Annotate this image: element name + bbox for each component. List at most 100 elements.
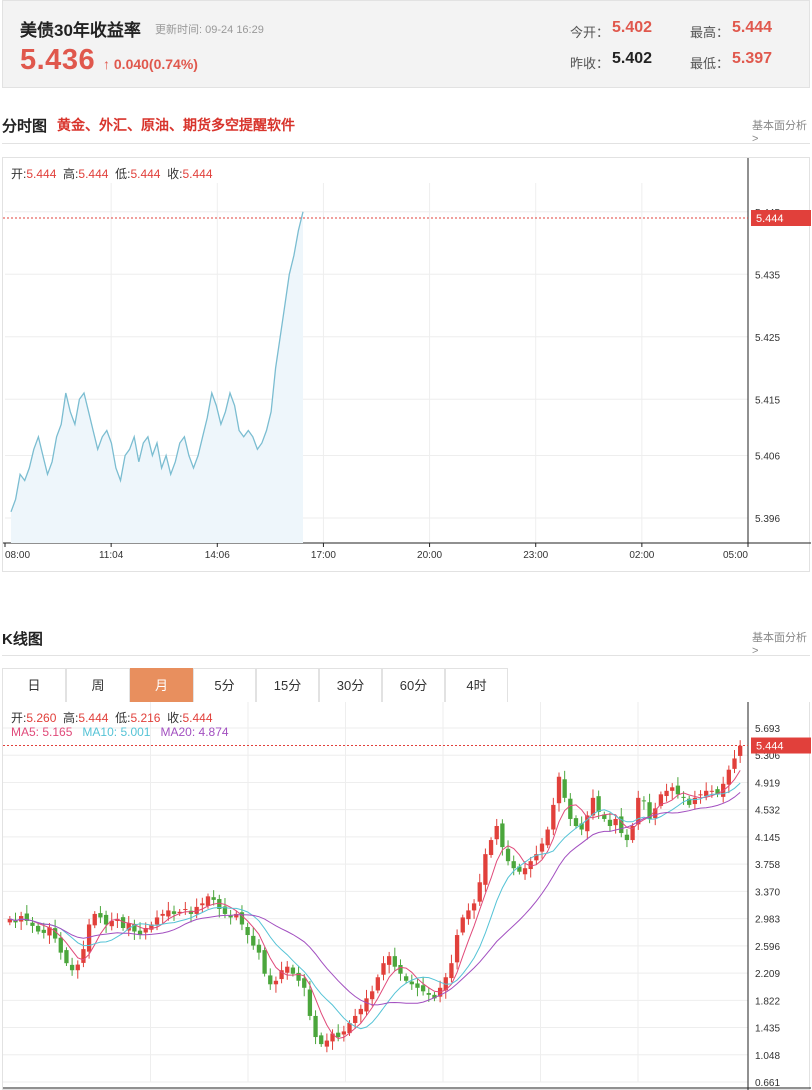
section-divider: [2, 143, 810, 144]
y-tick-label: 5.435: [755, 270, 780, 281]
open-value: 5.444: [26, 167, 57, 181]
candle-body: [500, 823, 505, 848]
low-value: 5.444: [130, 167, 161, 181]
candle-body: [290, 967, 296, 974]
candle-body: [171, 911, 177, 914]
candle-body: [505, 848, 511, 862]
candle-body: [69, 964, 75, 971]
close-value: 5.444: [182, 167, 213, 181]
candle-body: [449, 963, 454, 979]
candle-body: [664, 790, 669, 797]
candle-body: [551, 804, 556, 830]
tab-5min[interactable]: 5分: [193, 668, 256, 702]
tab-4h[interactable]: 4时: [445, 668, 508, 702]
candle-body: [692, 797, 698, 805]
candle-body: [41, 929, 46, 933]
y-tick-label: 1.822: [755, 996, 780, 1007]
intraday-ohlc: 开:5.444 高:5.444 低:5.444 收:5.444: [11, 165, 213, 182]
update-value: 09-24 16:29: [205, 24, 264, 36]
intraday-chart-box: 5.4455.4355.4255.4155.4065.39608:0011:04…: [2, 157, 811, 572]
tab-30min[interactable]: 30分: [319, 668, 382, 702]
candle-body: [539, 843, 545, 852]
tab-day[interactable]: 日: [2, 668, 66, 702]
price-change: ↑ 0.040(0.74%): [103, 56, 198, 72]
candle-body: [183, 909, 188, 911]
fundamental-link-2[interactable]: 基本面分析>: [752, 629, 812, 657]
x-tick-label: 17:00: [311, 550, 336, 561]
candle-body: [624, 834, 630, 841]
y-tick-label: 4.145: [755, 833, 780, 844]
candle-body: [681, 796, 686, 798]
high-value: 5.444: [78, 711, 109, 725]
candle-body: [466, 910, 471, 920]
candle-body: [336, 1032, 341, 1038]
candle-body: [35, 925, 41, 932]
candle-body: [494, 825, 499, 840]
y-tick-label: 5.425: [755, 333, 780, 344]
candle-body: [641, 800, 647, 802]
x-tick-label: 02:00: [629, 550, 654, 561]
candle-body: [370, 991, 375, 1000]
ma5-line: [9, 770, 741, 1040]
open-label: 开:: [11, 711, 27, 725]
candle-body: [98, 913, 103, 918]
candle-body: [313, 1015, 318, 1038]
x-tick-label: 20:00: [417, 550, 442, 561]
instrument-title: 美债30年收益率: [20, 21, 141, 40]
candle-body: [568, 798, 573, 819]
candle-body: [522, 868, 528, 875]
candle-body: [353, 1015, 358, 1023]
x-tick-label: 11:04: [99, 550, 124, 561]
candle-body: [245, 927, 250, 936]
y-tick-label: 0.661: [755, 1078, 780, 1089]
candle-body: [573, 818, 579, 826]
candle-body: [30, 922, 35, 926]
y-tick-label: 5.693: [755, 724, 780, 735]
candle-body: [403, 976, 409, 981]
candle-body: [732, 758, 737, 769]
open-label: 开:: [11, 167, 27, 181]
candle-body: [562, 779, 567, 798]
ma20-legend: MA20: 4.874: [160, 725, 229, 739]
tab-month[interactable]: 月: [130, 668, 193, 702]
close-label: 收:: [167, 167, 183, 181]
candle-body: [545, 829, 550, 846]
high-label: 高:: [63, 711, 79, 725]
ma-legend: MA5: 5.165 MA10: 5.001 MA20: 4.874: [11, 725, 229, 739]
candle-body: [268, 975, 273, 985]
y-tick-label: 5.396: [755, 514, 780, 525]
candle-body: [154, 917, 160, 925]
candle-body: [81, 949, 86, 963]
candle-body: [75, 964, 80, 971]
candle-body: [302, 978, 307, 988]
candle-body: [324, 1040, 330, 1047]
period-tabs: 日 周 月 5分 15分 30分 60分 4时: [2, 668, 810, 703]
current-price: 5.436: [20, 44, 96, 76]
update-label: 更新时间:: [155, 24, 203, 36]
quote-header: [2, 0, 810, 88]
last-price-label: 5.444: [756, 213, 784, 225]
y-tick-label: 2.983: [755, 915, 780, 926]
promo-link[interactable]: 黄金、外汇、原油、期货多空提醒软件: [57, 115, 295, 135]
candle-body: [341, 1031, 347, 1035]
candle-body: [392, 956, 397, 967]
candle-body: [364, 998, 369, 1012]
candle-body: [409, 981, 414, 985]
fundamental-link-1[interactable]: 基本面分析>: [752, 117, 812, 145]
tab-60min[interactable]: 60分: [382, 668, 445, 702]
candle-body: [556, 776, 562, 804]
section-divider: [2, 655, 810, 656]
candle-body: [375, 977, 380, 991]
ma10-legend: MA10: 5.001: [82, 725, 151, 739]
y-tick-label: 1.435: [755, 1024, 780, 1035]
today-open-label: 今开：: [570, 25, 610, 40]
tab-15min[interactable]: 15分: [256, 668, 319, 702]
candle-body: [160, 913, 165, 916]
intraday-title: 分时图: [2, 118, 48, 135]
candle-body: [477, 882, 482, 902]
tab-week[interactable]: 周: [66, 668, 130, 702]
high-label: 高:: [63, 167, 79, 181]
candle-body: [596, 796, 601, 812]
close-label: 收:: [167, 711, 183, 725]
close-value: 5.444: [182, 711, 213, 725]
